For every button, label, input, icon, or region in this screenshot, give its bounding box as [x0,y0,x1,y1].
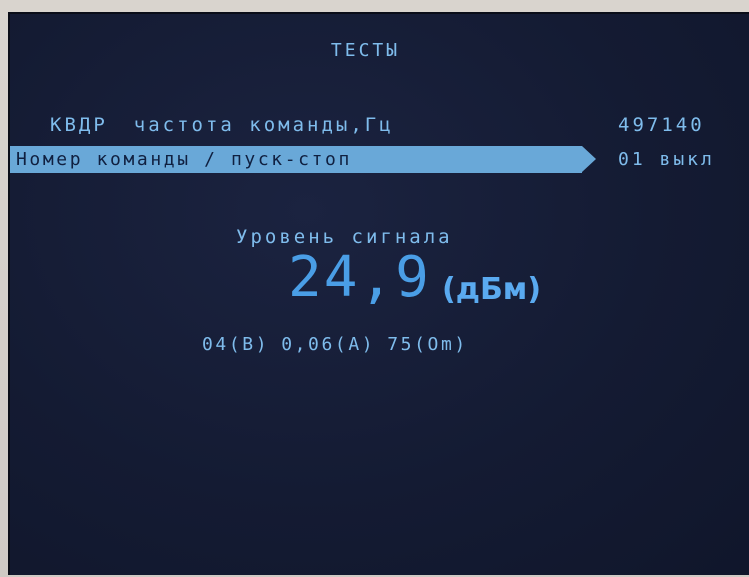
menu-row-frequency[interactable]: КВДР частота команды,Гц [50,114,394,136]
voltage-readout: 04(В) [202,334,270,355]
menu-row-command-number[interactable]: Номер команды / пуск-стоп [16,149,352,170]
lcd-screen: ТЕСТЫ КВДР частота команды,Гц 497140 Номе… [8,12,749,575]
current-readout: 0,06(А) [281,334,376,355]
impedance-readout: 75(Оm) [387,334,468,355]
screen-title: ТЕСТЫ [330,40,401,61]
signal-level-value: 24,9 [288,245,431,310]
command-state-value: 01 выкл [618,149,715,170]
menu-row-mode-label: КВДР [50,114,108,136]
measurements-line: 04(В) 0,06(А) 75(Оm) [202,334,480,355]
signal-level-unit: (дБм) [442,272,542,307]
selection-arrow-icon [582,146,596,172]
frequency-value: 497140 [618,114,705,136]
menu-row-frequency-label: частота команды,Гц [133,114,394,136]
